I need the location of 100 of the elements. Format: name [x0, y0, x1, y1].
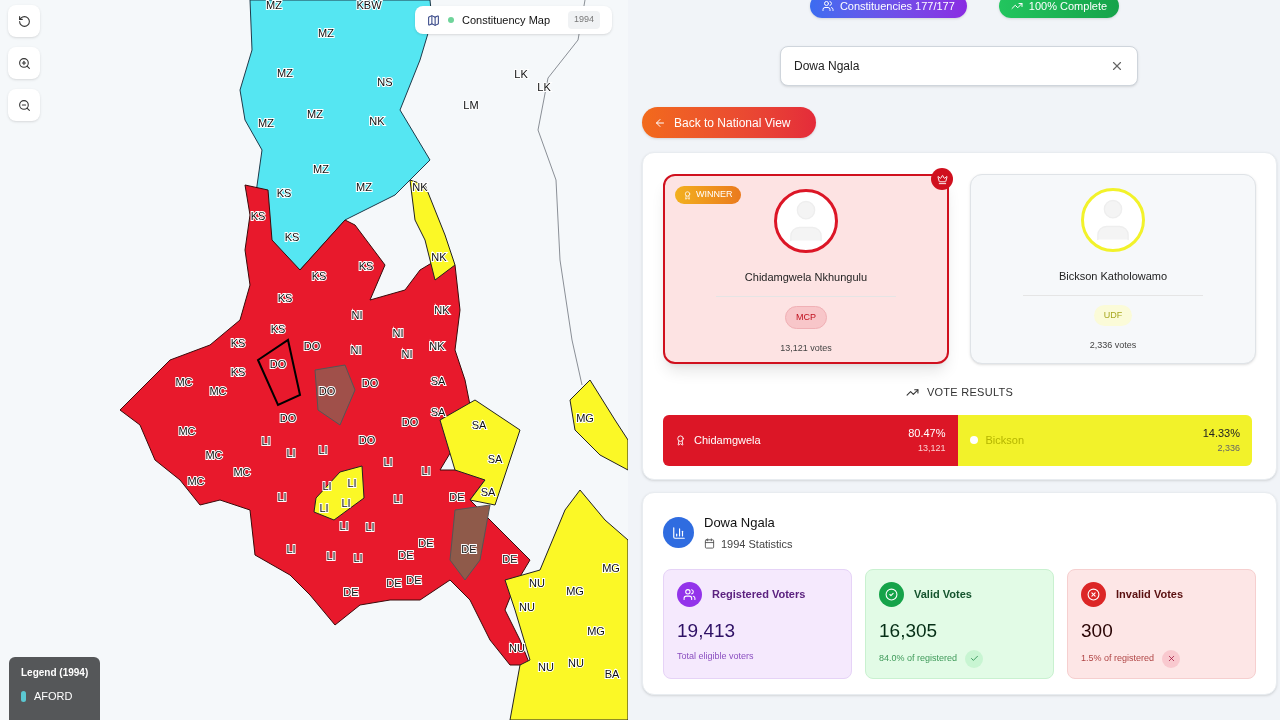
award-icon — [683, 190, 692, 200]
candidate-name: Bickson Katholowamo — [1058, 269, 1168, 284]
region-label: NK — [412, 181, 428, 193]
region-label: NU — [519, 601, 535, 613]
region-label: LI — [339, 520, 349, 532]
region-label: DE — [343, 586, 359, 598]
region-label: LK — [514, 68, 528, 80]
map-title: Constituency Map — [462, 12, 551, 28]
region-label: KS — [230, 337, 246, 349]
region-label: SA — [430, 406, 446, 418]
search-input[interactable]: Dowa Ngala — [794, 57, 1110, 75]
reset-icon — [17, 14, 31, 28]
legend-label: AFORD — [34, 689, 73, 704]
stat-label: Valid Votes — [914, 587, 972, 603]
region-label: DE — [449, 491, 465, 503]
region-label: KS — [284, 231, 300, 243]
segment-name: Chidamgwela — [694, 432, 761, 448]
constituency-title: Dowa Ngala — [704, 514, 776, 532]
segment-name: Bickson — [985, 432, 1025, 448]
zoom-out-icon — [17, 98, 31, 112]
year-badge: 1994 — [567, 11, 600, 29]
region-label: KS — [358, 260, 374, 272]
region-label: MZ — [277, 67, 293, 79]
award-icon — [675, 434, 686, 446]
region-label: MC — [209, 385, 227, 397]
stat-value: 16,305 — [879, 619, 939, 643]
arrow-left-icon — [654, 116, 666, 129]
stat-value: 300 — [1081, 619, 1114, 643]
region-label: LI — [326, 550, 336, 562]
segment-votes: 2,336 — [1217, 441, 1240, 455]
region-label: NU — [529, 577, 545, 589]
region-label: MZ — [258, 117, 274, 129]
region-label: NU — [509, 642, 525, 654]
winner-badge: WINNER — [675, 186, 741, 204]
region-label: DE — [461, 543, 477, 555]
zoom-in-icon — [17, 56, 31, 70]
users-icon — [677, 582, 702, 607]
region-label: LI — [365, 521, 375, 533]
region-label: NI — [401, 348, 413, 360]
region-label: SA — [487, 453, 503, 465]
stat-note: 84.0% of registered — [879, 651, 958, 665]
zoom-in-button[interactable] — [8, 47, 40, 79]
region-label: MZ — [318, 27, 334, 39]
statistics-subtitle: 1994 Statistics — [721, 536, 793, 552]
vote-results-title: VOTE RESULTS — [926, 385, 1014, 400]
vote-count: 2,336 votes — [1089, 339, 1137, 352]
vote-count: 13,121 votes — [780, 342, 832, 355]
region-label: MC — [175, 376, 193, 388]
region-label: LI — [286, 447, 296, 459]
region-label: LI — [319, 502, 329, 514]
region-label: DE — [502, 553, 518, 565]
segment-percent: 14.33% — [1202, 426, 1240, 441]
region-label: DE — [418, 537, 434, 549]
region-label: LI — [277, 491, 287, 503]
region-label: SA — [430, 375, 446, 387]
segment-votes: 13,121 — [917, 441, 946, 455]
region-label: NI — [392, 327, 404, 339]
region-label: MG — [576, 412, 594, 424]
legend-title: Legend (1994) — [21, 666, 88, 680]
region-label: NU — [568, 657, 584, 669]
search-field[interactable]: Dowa Ngala — [780, 46, 1138, 86]
clear-icon[interactable] — [1110, 59, 1124, 73]
region-label: MZ — [266, 0, 282, 11]
region-label: LK — [537, 81, 551, 93]
region-label: NK — [434, 304, 450, 316]
back-button[interactable]: Back to National View — [642, 107, 816, 138]
region-label: LI — [393, 493, 403, 505]
party-badge: MCP — [785, 305, 827, 329]
region-label: LI — [322, 480, 332, 492]
zoom-out-button[interactable] — [8, 89, 40, 121]
region-label: NI — [351, 309, 363, 321]
region-label: NI — [350, 344, 362, 356]
stat-note: 1.5% of registered — [1081, 651, 1155, 665]
region-label: MC — [178, 425, 196, 437]
segment-percent: 80.47% — [908, 426, 946, 441]
stat-label: Invalid Votes — [1116, 587, 1184, 603]
region-label: LI — [347, 477, 357, 489]
region-label: DO — [401, 416, 419, 428]
region-label: MZ — [313, 163, 329, 175]
region-label: NU — [538, 661, 554, 673]
region-label: LI — [421, 465, 431, 477]
stat-label: Registered Voters — [712, 587, 806, 603]
region-label: KS — [311, 270, 327, 282]
trend-icon — [1010, 0, 1023, 12]
region-label: MC — [205, 449, 223, 461]
region-label: KS — [277, 292, 293, 304]
reset-button[interactable] — [8, 5, 40, 37]
region-label: DO — [269, 358, 287, 370]
region-label: KS — [270, 323, 286, 335]
region-label: NK — [369, 115, 385, 127]
region-label: NK — [431, 251, 447, 263]
region-label: DO — [358, 434, 376, 446]
users-icon — [821, 0, 834, 12]
region-label: DO — [279, 412, 297, 424]
region-label: DO — [361, 377, 379, 389]
region-label: LI — [383, 456, 393, 468]
region-label: LI — [286, 543, 296, 555]
region-label: DE — [398, 549, 414, 561]
party-badge: UDF — [1093, 304, 1133, 326]
map-icon — [427, 13, 440, 27]
